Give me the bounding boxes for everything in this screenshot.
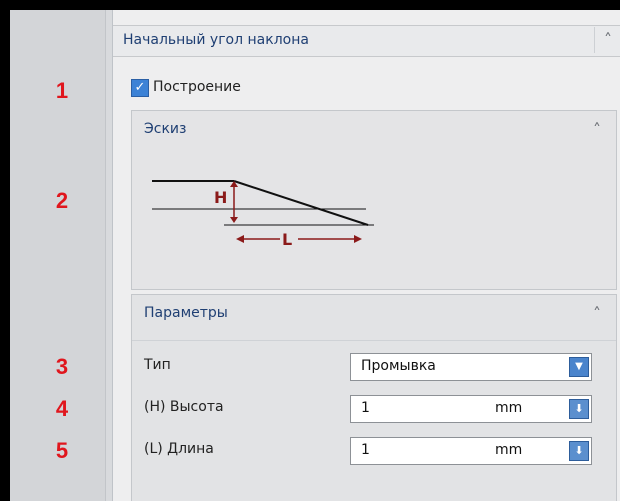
- properties-panel: Начальный угол наклона ˄ ✓ Построение Эс…: [112, 10, 620, 501]
- parameters-group: Параметры ˄ Тип Промывка ▼ (H) Высота 1 …: [131, 294, 617, 501]
- height-arrow-bottom: [230, 217, 238, 223]
- length-field-label: (L) Длина: [144, 441, 214, 457]
- length-unit: mm: [495, 442, 523, 458]
- type-label: Тип: [144, 357, 171, 373]
- callout-5: 5: [55, 438, 69, 463]
- length-input-value: 1: [361, 442, 370, 458]
- group-divider: [132, 340, 616, 341]
- panel-title: Начальный угол наклона: [123, 32, 309, 48]
- unit-menu-arrow-icon[interactable]: ⬇: [569, 441, 589, 461]
- height-unit: mm: [495, 400, 523, 416]
- callout-1: 1: [55, 78, 69, 103]
- sketch-group-title: Эскиз: [144, 121, 187, 137]
- build-checkbox[interactable]: ✓: [131, 79, 149, 97]
- height-input-value: 1: [361, 400, 370, 416]
- height-label: H: [214, 188, 227, 207]
- chevron-up-icon[interactable]: ˄: [584, 301, 610, 327]
- dropdown-arrow-icon[interactable]: ▼: [569, 357, 589, 377]
- sketch-group: Эскиз ˄ H L: [131, 110, 617, 290]
- length-arrow-right: [354, 235, 362, 243]
- length-arrow-left: [236, 235, 244, 243]
- callout-4: 4: [55, 396, 69, 421]
- length-label: L: [282, 230, 292, 249]
- chevron-up-icon[interactable]: ˄: [594, 27, 620, 53]
- panel-header[interactable]: Начальный угол наклона ˄: [113, 25, 620, 57]
- chevron-up-icon[interactable]: ˄: [584, 117, 610, 143]
- height-input[interactable]: 1 mm ⬇: [350, 395, 592, 423]
- window-frame: 1 2 3 4 5 Начальный угол наклона ˄ ✓ Пос…: [10, 10, 620, 501]
- unit-menu-arrow-icon[interactable]: ⬇: [569, 399, 589, 419]
- type-select-value: Промывка: [361, 358, 436, 374]
- taper-sketch-diagram: H L: [152, 180, 374, 249]
- taper-line: [233, 180, 369, 226]
- callout-strip: 1 2 3 4 5: [10, 10, 106, 501]
- height-field-label: (H) Высота: [144, 399, 224, 415]
- type-select[interactable]: Промывка ▼: [350, 353, 592, 381]
- length-input[interactable]: 1 mm ⬇: [350, 437, 592, 465]
- callout-2: 2: [55, 188, 69, 213]
- parameters-group-title: Параметры: [144, 305, 228, 321]
- build-checkbox-label: Построение: [153, 79, 241, 95]
- callout-3: 3: [55, 354, 69, 379]
